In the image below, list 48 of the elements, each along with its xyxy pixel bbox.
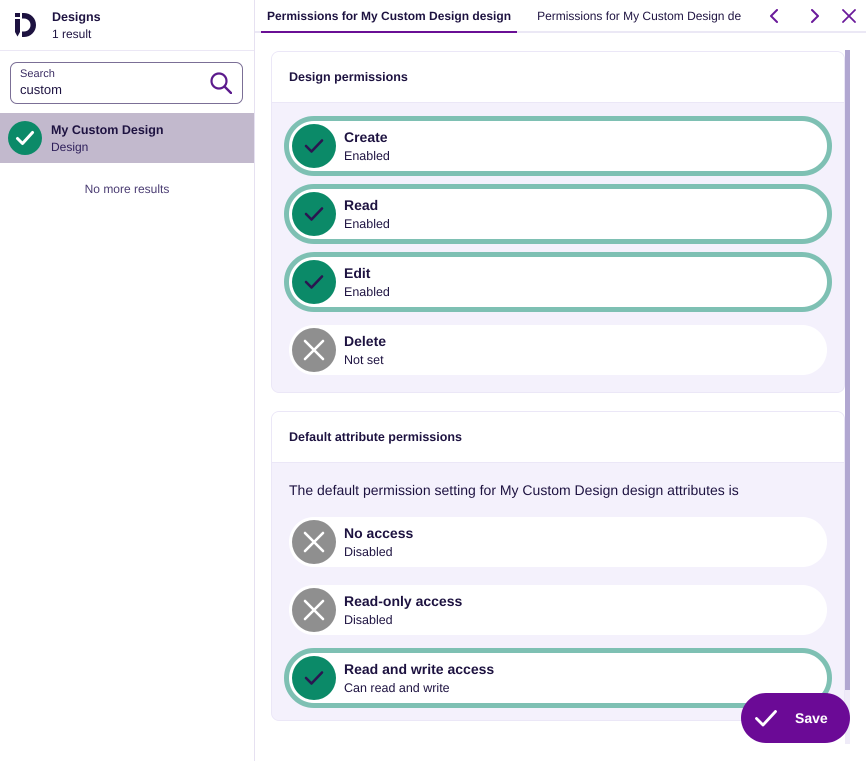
permission-status: Enabled	[344, 216, 390, 232]
permission-name: Read and write access	[344, 660, 494, 678]
permission-status: Enabled	[344, 284, 390, 300]
search-field[interactable]: Search custom	[10, 62, 243, 104]
card-title: Design permissions	[289, 70, 408, 84]
cross-circle-icon	[292, 328, 336, 372]
permission-name: Delete	[344, 332, 386, 350]
sidebar-title: Designs	[52, 10, 101, 24]
permission-status: Disabled	[344, 612, 394, 628]
tab[interactable]: Permissions for My Custom Design design	[261, 0, 518, 33]
permission-name: Read-only access	[344, 592, 462, 610]
permission-name: No access	[344, 524, 414, 542]
permission-option[interactable]: Edit Enabled	[284, 252, 832, 312]
permission-name: Create	[344, 128, 389, 146]
check-icon	[755, 710, 777, 726]
check-circle-icon	[292, 124, 336, 168]
search-icon[interactable]	[210, 72, 232, 94]
result-count: 1 result	[52, 26, 92, 40]
permission-status: Enabled	[344, 148, 390, 164]
permission-status: Can read and write	[344, 680, 451, 696]
permission-status: Disabled	[344, 544, 394, 560]
chevron-left-icon	[768, 8, 778, 22]
cross-circle-icon	[292, 588, 336, 632]
result-type: Design	[51, 140, 90, 154]
permission-option[interactable]: Read-only access Disabled	[289, 585, 827, 635]
permission-option[interactable]: Create Enabled	[284, 116, 832, 176]
chevron-right-icon	[810, 8, 820, 22]
search-result-item[interactable]: My Custom Design Design	[0, 113, 254, 163]
check-circle-icon	[292, 656, 336, 700]
permission-option[interactable]: No access Disabled	[289, 517, 827, 567]
tab[interactable]: Permissions for My Custom Design de	[531, 0, 748, 33]
logo-icon	[15, 13, 36, 37]
check-circle-icon	[292, 260, 336, 304]
end-of-results-text: No more results	[84, 182, 170, 196]
permission-name: Read	[344, 196, 380, 214]
permission-name: Edit	[344, 264, 372, 282]
permission-status: Not set	[344, 352, 385, 368]
card-description: The default permission setting for My Custom Design design attributes is	[289, 481, 740, 499]
result-title: My Custom Design	[51, 122, 164, 136]
check-circle-icon	[292, 192, 336, 236]
card-title: Default attribute permissions	[289, 430, 462, 444]
permission-option[interactable]: Read Enabled	[284, 184, 832, 244]
save-button[interactable]: Save	[741, 693, 850, 743]
cross-circle-icon	[292, 520, 336, 564]
close-icon	[842, 8, 856, 22]
check-circle-icon	[8, 121, 42, 155]
permission-option[interactable]: Read and write access Can read and write	[284, 648, 832, 708]
permission-option[interactable]: Delete Not set	[289, 325, 827, 375]
